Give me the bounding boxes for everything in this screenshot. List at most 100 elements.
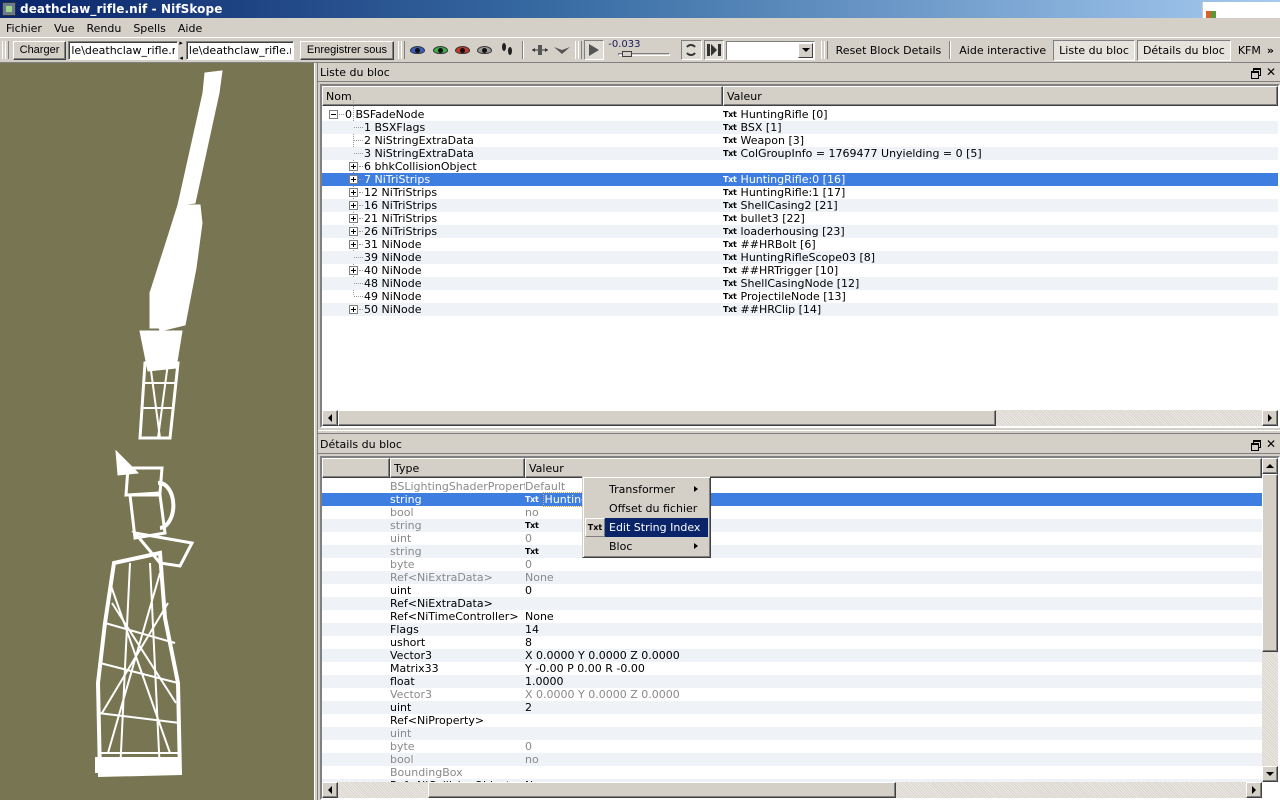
reset-block-details-button[interactable]: Reset Block Details [830, 41, 948, 60]
block-list-hscrollbar[interactable] [322, 410, 1278, 426]
detail-row[interactable]: bool no [322, 506, 1262, 519]
play-button[interactable] [583, 40, 605, 60]
menu-vue[interactable]: Vue [48, 22, 81, 35]
scroll-left-button[interactable] [322, 782, 338, 798]
tree-row[interactable]: 40 NiNode Txt ##HRTrigger [10] [322, 264, 1278, 277]
block-details-toggle[interactable]: Détails du bloc [1136, 39, 1231, 61]
menu-fichier[interactable]: Fichier [0, 22, 48, 35]
expand-icon[interactable] [349, 162, 358, 171]
expand-icon[interactable] [349, 175, 358, 184]
toolbar-overflow-icon[interactable]: » [1267, 44, 1274, 57]
detail-row[interactable]: string Txt [322, 545, 1262, 558]
menu-spells[interactable]: Spells [127, 22, 172, 35]
scroll-thumb[interactable] [338, 410, 996, 426]
detail-row[interactable]: uint [322, 727, 1262, 740]
detail-row[interactable]: bool no [322, 753, 1262, 766]
menu-rendu[interactable]: Rendu [80, 22, 127, 35]
detail-row[interactable]: Vector3 X 0.0000 Y 0.0000 Z 0.0000 [322, 649, 1262, 662]
expand-icon[interactable] [349, 240, 358, 249]
block-details-table[interactable]: Type Valeur BSLightingShaderPropert... De… [320, 456, 1280, 800]
detail-row[interactable]: Vector3 X 0.0000 Y 0.0000 Z 0.0000 [322, 688, 1262, 701]
close-dock-icon[interactable]: ✕ [1266, 438, 1276, 450]
block-details-hscrollbar[interactable] [322, 782, 1262, 798]
column-header-name[interactable]: Nom [322, 86, 723, 106]
tree-row[interactable]: 21 NiTriStrips Txt bullet3 [22] [322, 212, 1278, 225]
dropdown-button[interactable] [798, 42, 814, 58]
float-dock-icon[interactable] [1250, 440, 1261, 451]
detail-row[interactable]: ushort 8 [322, 636, 1262, 649]
expand-icon[interactable] [349, 188, 358, 197]
scroll-right-button[interactable] [1262, 410, 1278, 426]
eye-gray-icon[interactable] [475, 40, 495, 60]
detail-row[interactable]: uint 0 [322, 532, 1262, 545]
detail-row[interactable]: float 1.0000 [322, 675, 1262, 688]
context-menu-item-offset-du-fichier[interactable]: Offset du fichier [585, 499, 708, 518]
axes-icon[interactable] [529, 40, 549, 60]
menu-aide[interactable]: Aide [172, 22, 208, 35]
kfm-button[interactable]: KFM [1232, 41, 1267, 60]
detail-row[interactable]: byte 0 [322, 558, 1262, 571]
block-details-vscrollbar[interactable] [1262, 458, 1278, 782]
3d-viewport[interactable] [0, 63, 314, 800]
detail-row[interactable]: Ref<NiProperty> [322, 714, 1262, 727]
tree-row[interactable]: 6 bhkCollisionObject [322, 160, 1278, 173]
column-header-blank[interactable] [322, 458, 390, 478]
detail-row[interactable]: Ref<NiExtraData> [322, 597, 1262, 610]
detail-row[interactable]: BoundingBox [322, 766, 1262, 779]
context-menu-item-transformer[interactable]: Transformer [585, 480, 708, 499]
tree-row[interactable]: 12 NiTriStrips Txt HuntingRifle:1 [17] [322, 186, 1278, 199]
context-menu-item-bloc[interactable]: Bloc [585, 537, 708, 556]
animation-select[interactable] [726, 40, 816, 60]
interactive-help-button[interactable]: Aide interactive [953, 41, 1052, 60]
expand-icon[interactable] [349, 227, 358, 236]
expand-icon[interactable] [349, 214, 358, 223]
time-slider[interactable]: -0.033 [608, 39, 673, 61]
toolbar-grip[interactable] [2, 41, 9, 59]
scroll-thumb[interactable] [428, 782, 896, 798]
path-swap-arrows[interactable] [179, 39, 185, 62]
tree-row[interactable]: 31 NiNode Txt ##HRBolt [6] [322, 238, 1278, 251]
detail-row[interactable]: uint 2 [322, 701, 1262, 714]
load-button[interactable]: Charger [12, 40, 67, 60]
collapse-icon[interactable] [329, 110, 338, 119]
scroll-up-button[interactable] [1262, 458, 1278, 474]
loop-button[interactable] [681, 40, 702, 60]
tree-row[interactable]: 39 NiNode Txt HuntingRifleScope03 [8] [322, 251, 1278, 264]
detail-row[interactable]: uint 0 [322, 584, 1262, 597]
scroll-thumb[interactable] [1262, 474, 1278, 652]
eye-green-icon[interactable] [430, 40, 450, 60]
tree-row[interactable]: 7 NiTriStrips Txt HuntingRifle:0 [16] [322, 173, 1278, 186]
save-as-button[interactable]: Enregistrer sous [299, 40, 395, 60]
toolbar-grip[interactable] [398, 41, 405, 59]
close-dock-icon[interactable]: ✕ [1266, 66, 1276, 78]
column-header-value[interactable]: Valeur [723, 86, 1278, 106]
footprints-icon[interactable] [497, 40, 517, 60]
toolbar-grip[interactable] [821, 41, 828, 59]
scroll-down-button[interactable] [1262, 766, 1278, 782]
plane-icon[interactable] [552, 40, 572, 60]
context-menu-item-edit-string-index[interactable]: Txt Edit String Index [585, 518, 708, 537]
scroll-left-button[interactable] [322, 410, 338, 426]
detail-row[interactable]: Ref<NiTimeController> None [322, 610, 1262, 623]
tree-row[interactable]: 1 BSXFlags Txt BSX [1] [322, 121, 1278, 134]
tree-row[interactable]: 2 NiStringExtraData Txt Weapon [3] [322, 134, 1278, 147]
save-path-input[interactable] [185, 40, 294, 60]
expand-icon[interactable] [349, 305, 358, 314]
toolbar-grip[interactable] [575, 41, 582, 59]
tree-row[interactable]: 49 NiNode Txt ProjectileNode [13] [322, 290, 1278, 303]
tree-row[interactable]: 3 NiStringExtraData Txt ColGroupInfo = 176… [322, 147, 1278, 160]
scroll-right-button[interactable] [1246, 782, 1262, 798]
tree-row[interactable]: 0 BSFadeNode Txt HuntingRifle [0] [322, 108, 1278, 121]
detail-row[interactable]: Matrix33 Y -0.00 P 0.00 R -0.00 [322, 662, 1262, 675]
detail-row[interactable]: Ref<NiExtraData> None [322, 571, 1262, 584]
column-header-type[interactable]: Type [390, 458, 525, 478]
expand-icon[interactable] [349, 266, 358, 275]
switch-button[interactable] [703, 40, 725, 60]
detail-row[interactable]: string Txt HuntingR [322, 492, 1262, 507]
block-list-toggle[interactable]: Liste du bloc [1053, 39, 1135, 61]
eye-red-icon[interactable] [452, 40, 472, 60]
detail-row[interactable]: Flags 14 [322, 623, 1262, 636]
tree-row[interactable]: 50 NiNode Txt ##HRClip [14] [322, 303, 1278, 316]
time-slider-thumb[interactable] [622, 51, 633, 57]
column-header-value[interactable]: Valeur [525, 458, 1262, 478]
